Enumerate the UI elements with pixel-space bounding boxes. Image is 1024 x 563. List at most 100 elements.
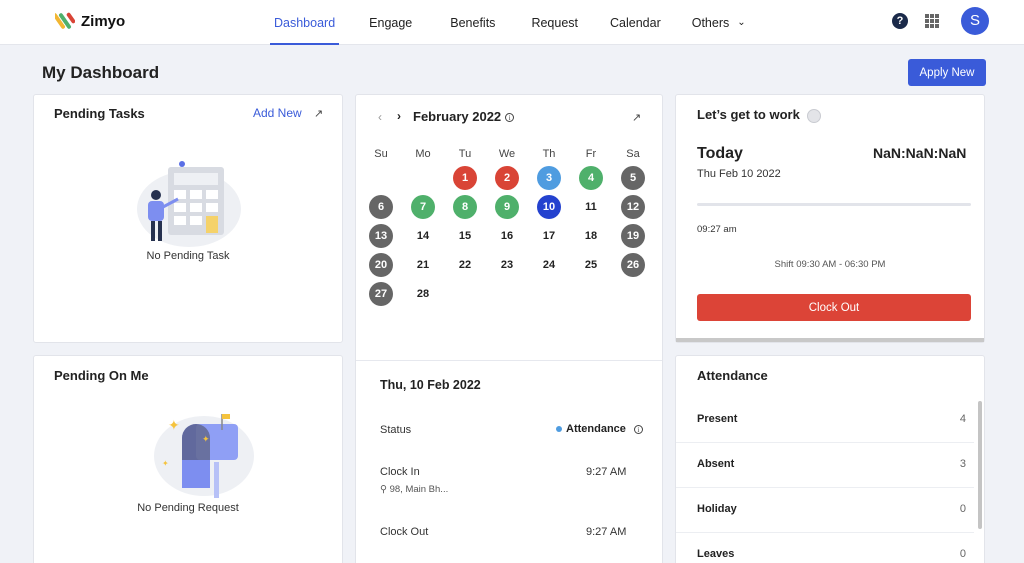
nav-calendar[interactable]: Calendar — [610, 0, 661, 45]
expand-icon[interactable]: ↗ — [632, 111, 644, 124]
today-label: Today — [697, 145, 743, 162]
clock-out-label: Clock Out — [380, 526, 429, 538]
calendar-day[interactable]: 14 — [411, 224, 435, 248]
clock-out-button[interactable]: Clock Out — [697, 294, 971, 321]
apps-grid-icon[interactable] — [925, 14, 939, 28]
clock-in-label: Clock In — [380, 466, 420, 478]
attendance-row-present[interactable]: Present 4 — [676, 398, 974, 443]
calendar-day[interactable]: 27 — [369, 282, 393, 306]
prev-month-icon[interactable]: ‹ — [378, 110, 382, 124]
attendance-title: Attendance — [697, 368, 768, 383]
info-icon[interactable]: i — [633, 424, 643, 434]
calendar-month-label: February 2022 — [413, 109, 502, 124]
attendance-label: Present — [697, 413, 738, 425]
app-logo[interactable]: Zimyo — [55, 10, 125, 32]
empty-tasks-illustration — [137, 161, 241, 247]
calendar-day[interactable]: 28 — [411, 282, 435, 306]
selected-date: Thu, 10 Feb 2022 — [380, 378, 481, 392]
attendance-value: 4 — [959, 413, 966, 425]
weekday-label: We — [498, 148, 516, 160]
help-icon[interactable]: ? — [892, 13, 908, 29]
horizontal-scrollbar[interactable] — [676, 338, 984, 342]
nav-request[interactable]: Request — [531, 0, 578, 45]
nav-benefits[interactable]: Benefits — [450, 0, 495, 45]
clock-in-location-text: 98, Main Bh... — [389, 484, 449, 495]
weekday-label: Mo — [415, 148, 431, 160]
calendar-day[interactable]: 4 — [579, 166, 603, 190]
brand-name: Zimyo — [81, 12, 126, 30]
calendar-day[interactable]: 20 — [369, 253, 393, 277]
apply-new-button[interactable]: Apply New — [908, 59, 986, 86]
calendar-day[interactable]: 11 — [579, 195, 603, 219]
calendar-day[interactable]: 26 — [621, 253, 645, 277]
calendar-month: February 2022 i — [413, 109, 515, 124]
calendar-day[interactable]: 5 — [621, 166, 645, 190]
calendar-day[interactable]: 15 — [453, 224, 477, 248]
calendar-day[interactable]: 12 — [621, 195, 645, 219]
attendance-row-absent[interactable]: Absent 3 — [676, 443, 974, 488]
add-new-link[interactable]: Add New — [253, 106, 302, 120]
calendar-day[interactable]: 19 — [621, 224, 645, 248]
weekday-label: Fr — [585, 148, 597, 160]
calendar-card: ‹ › February 2022 i ↗ Su Mo Tu We Th Fr Sa 1234… — [355, 94, 663, 563]
calendar-day[interactable]: 6 — [369, 195, 393, 219]
calendar-day[interactable]: 21 — [411, 253, 435, 277]
next-month-icon[interactable]: › — [397, 109, 401, 123]
weekday-label: Sa — [626, 148, 640, 160]
nav-engage[interactable]: Engage — [369, 0, 412, 45]
weekday-label: Th — [542, 148, 556, 160]
status-label: Status — [380, 424, 412, 436]
calendar-day[interactable]: 24 — [537, 253, 561, 277]
calendar-day[interactable]: 1 — [453, 166, 477, 190]
work-timer: NaN:NaN:NaN — [873, 145, 967, 161]
pending-tasks-title: Pending Tasks — [54, 106, 145, 121]
weekday-label: Tu — [458, 148, 472, 160]
nav-others-label: Others — [691, 15, 730, 30]
calendar-day[interactable]: 7 — [411, 195, 435, 219]
pending-on-me-card: Pending On Me ✦ ✦ ✦ No Pending Request — [33, 355, 343, 563]
weekday-label: Su — [374, 148, 388, 160]
work-card: Let’s get to work Today NaN:NaN:NaN Thu … — [675, 94, 985, 343]
status-value: Attendance i — [556, 423, 643, 435]
attendance-row-leaves[interactable]: Leaves 0 — [676, 533, 974, 563]
calendar-day[interactable]: 13 — [369, 224, 393, 248]
nav-dashboard[interactable]: Dashboard — [270, 0, 340, 45]
attendance-value: 3 — [959, 458, 966, 470]
today-date: Thu Feb 10 2022 — [697, 168, 781, 180]
calendar-day[interactable]: 2 — [495, 166, 519, 190]
svg-text:✦: ✦ — [162, 459, 169, 468]
pending-tasks-card: Pending Tasks Add New ↗ No Pending Task — [33, 94, 343, 343]
no-pending-request-text: No Pending Request — [137, 502, 239, 514]
calendar-day[interactable]: 18 — [579, 224, 603, 248]
top-navbar: Zimyo Dashboard Engage Benefits Request … — [0, 0, 1024, 45]
page-title: My Dashboard — [42, 63, 160, 82]
svg-text:✦: ✦ — [202, 435, 210, 445]
user-avatar[interactable]: S — [961, 7, 989, 35]
calendar-day[interactable]: 8 — [453, 195, 477, 219]
calendar-day[interactable]: 23 — [495, 253, 519, 277]
calendar-day[interactable]: 10 — [537, 195, 561, 219]
calendar-day[interactable]: 3 — [537, 166, 561, 190]
no-pending-task-text: No Pending Task — [146, 250, 230, 262]
calendar-day[interactable]: 17 — [537, 224, 561, 248]
expand-icon[interactable]: ↗ — [314, 107, 326, 120]
main-nav: Dashboard Engage Benefits Request Calend… — [270, 0, 746, 45]
calendar-day[interactable]: 22 — [453, 253, 477, 277]
status-dot-icon — [556, 426, 562, 432]
pending-on-me-title: Pending On Me — [54, 368, 149, 383]
attendance-label: Leaves — [697, 548, 735, 560]
work-card-title: Let’s get to work — [697, 107, 822, 123]
calendar-day[interactable]: 9 — [495, 195, 519, 219]
vertical-scrollbar[interactable] — [978, 401, 982, 529]
attendance-label: Absent — [697, 458, 735, 470]
chevron-down-icon: ⌄ — [737, 17, 746, 28]
clock-in-location: ⚲ 98, Main Bh... — [380, 484, 448, 495]
info-icon[interactable]: i — [505, 113, 515, 123]
clock-out-time: 9:27 AM — [586, 526, 627, 538]
svg-text:✦: ✦ — [168, 418, 180, 434]
attendance-row-holiday[interactable]: Holiday 0 — [676, 488, 974, 533]
location-pin-icon: ⚲ — [380, 484, 387, 495]
nav-others[interactable]: Others ⌄ — [692, 0, 746, 45]
calendar-day[interactable]: 25 — [579, 253, 603, 277]
calendar-day[interactable]: 16 — [495, 224, 519, 248]
